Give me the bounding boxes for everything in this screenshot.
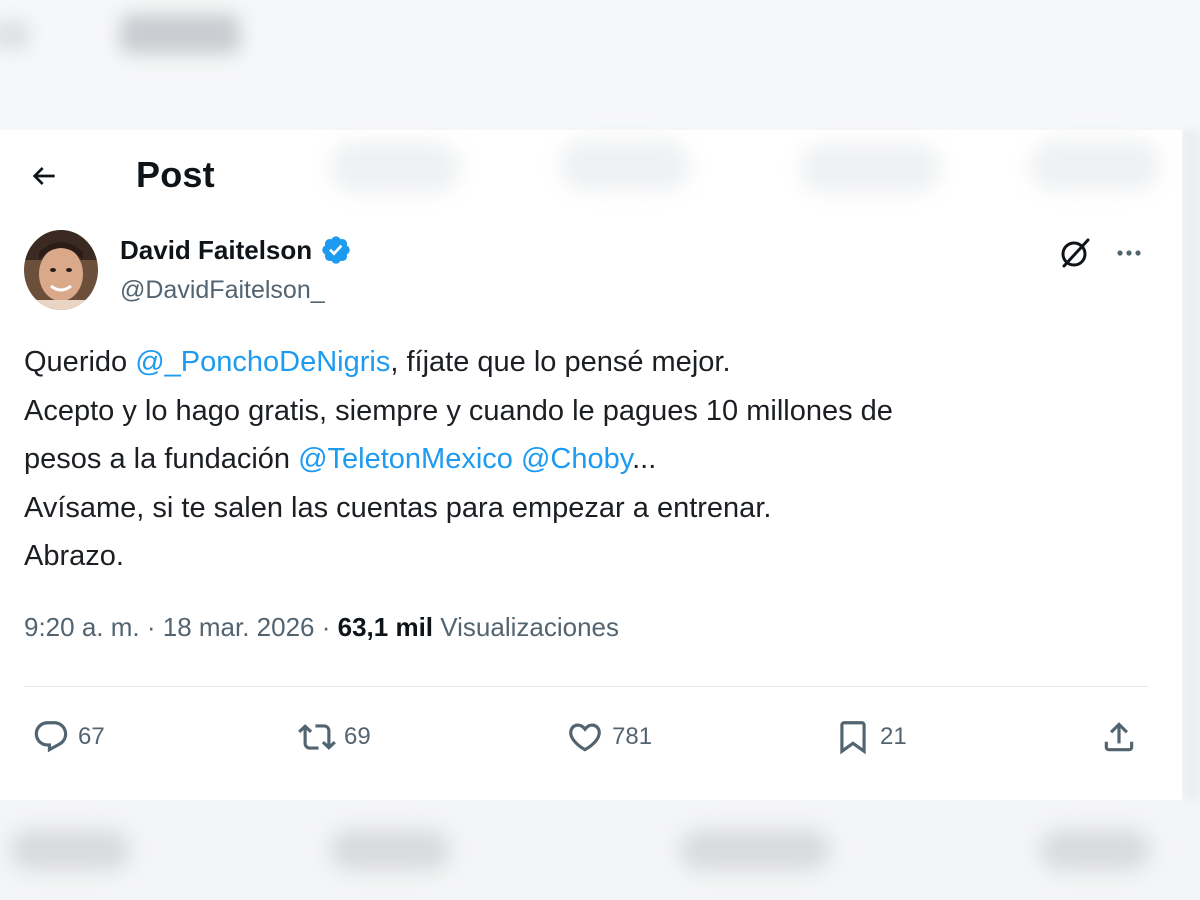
avatar[interactable] [24,230,98,310]
author-name-row: David Faitelson [120,234,352,266]
post-date[interactable]: 18 mar. 2026 [163,612,315,642]
author-handle[interactable]: @DavidFaitelson_ [120,276,352,305]
bookmark-icon [840,721,866,755]
background-bottom-blurred [0,800,1200,900]
tweet-line: Acepto y lo hago gratis, siempre y cuand… [24,387,1144,436]
post-header: Post [0,130,1182,220]
tweet-text-segment: Acepto y lo hago gratis, siempre y cuand… [24,394,893,427]
like-icon [569,723,601,752]
views-count: 63,1 mil [337,612,434,642]
tweet-text-segment: Avísame, si te salen las cuentas para em… [24,491,772,524]
action-bar: 67 69 781 21 [0,712,1182,762]
like-button[interactable]: 781 [566,712,652,762]
tweet-line: Avísame, si te salen las cuentas para em… [24,484,1144,533]
views-label: Visualizaciones [440,612,620,642]
mention-link[interactable]: @TeletonMexico [298,443,513,475]
bookmark-count: 21 [880,723,907,750]
tweet-line: Abrazo. [24,532,1144,581]
reply-count: 67 [78,723,105,750]
back-arrow-icon [32,167,55,185]
page-title: Post [136,154,215,195]
reply-button[interactable]: 67 [32,712,105,762]
tweet-line: Querido @_PonchoDeNigris, fíjate que lo … [24,338,1144,387]
back-button[interactable] [26,158,62,194]
author-block: David Faitelson @DavidFaitelson_ [120,234,352,305]
mention-link[interactable]: @Choby [521,443,632,475]
background-top-blurred [0,0,1200,130]
post-time[interactable]: 9:20 a. m. [24,612,140,642]
repost-count: 69 [344,723,371,750]
meta-separator: · [314,612,338,642]
like-count: 781 [612,723,653,750]
tweet-text-segment: Abrazo. [24,540,124,572]
post-card: Post David Faitelson @DavidFaitelson_ Qu… [0,130,1182,800]
meta-separator: · [139,612,163,642]
tweet-text-segment: pesos a la fundación [24,443,299,475]
tweet-text: Querido @_PonchoDeNigris, fíjate que lo … [24,338,1144,581]
verified-icon [322,236,350,264]
more-options-button[interactable] [1112,236,1146,270]
tweet-text-segment: , fíjate que lo pensé mejor. [390,346,731,378]
tweet-text-segment [513,443,521,475]
repost-icon [298,724,336,750]
tweet-line: pesos a la fundación @TeletonMexico @Cho… [24,435,1144,484]
grok-icon[interactable] [1058,236,1092,270]
post-meta: 9:20 a. m. · 18 mar. 2026 · 63,1 mil Vis… [24,612,619,643]
blurred-back-icon [0,20,30,50]
repost-button[interactable]: 69 [298,712,371,762]
bookmark-button[interactable]: 21 [834,712,907,762]
blurred-title [120,14,240,54]
more-icon [1117,250,1141,256]
background-right-edge [1182,130,1200,800]
reply-icon [34,721,68,753]
author-name[interactable]: David Faitelson [120,235,312,266]
share-icon [1104,722,1134,752]
mention-link[interactable]: @_PonchoDeNigris [135,346,390,378]
tweet-text-segment: ... [632,443,657,475]
divider [24,686,1148,687]
share-button[interactable] [1100,712,1138,762]
tweet-text-segment: Querido [24,346,136,378]
